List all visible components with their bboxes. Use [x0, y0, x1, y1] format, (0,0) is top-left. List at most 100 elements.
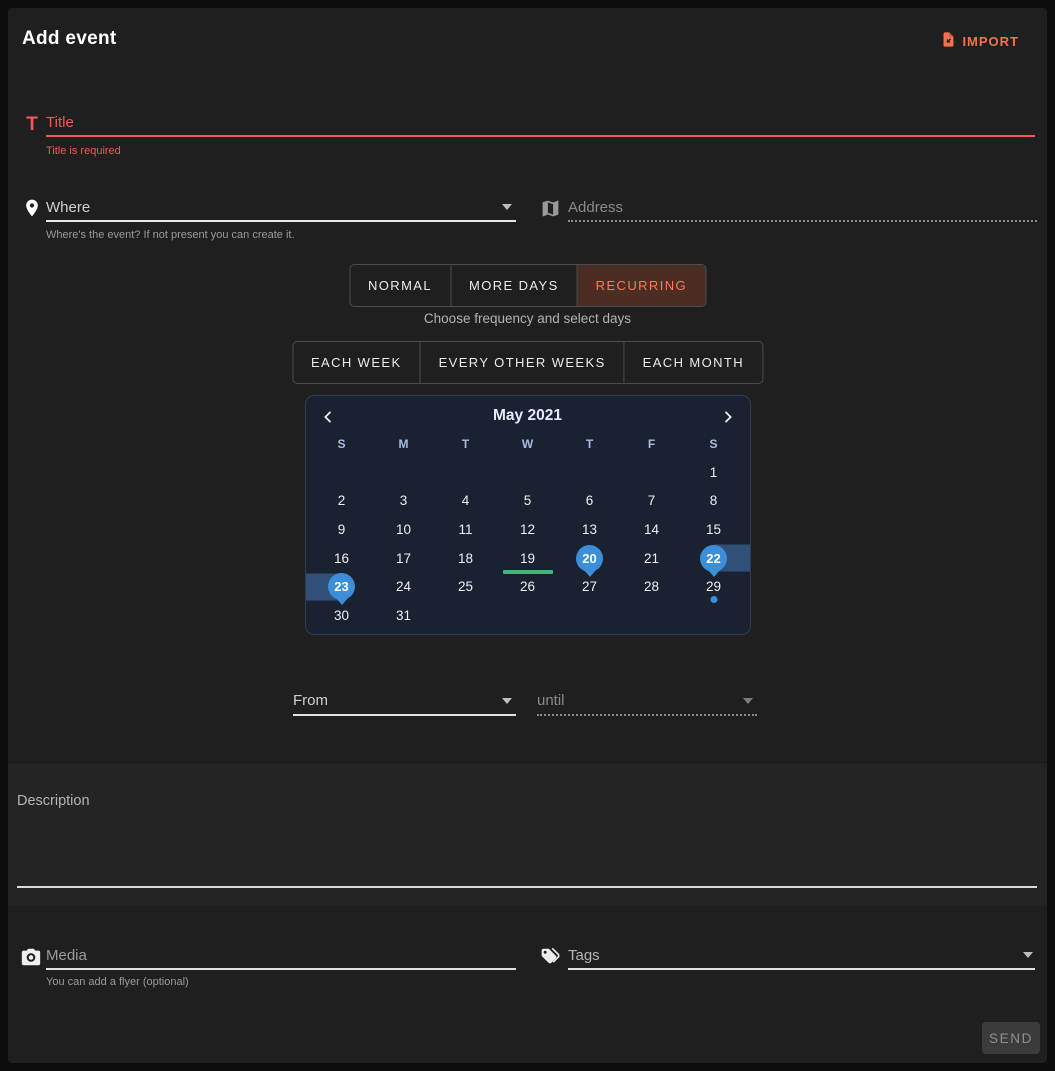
- chevron-right-icon: [720, 409, 736, 428]
- frequency-each-month[interactable]: EACH MONTH: [624, 342, 762, 383]
- calendar-empty-cell: [621, 601, 683, 630]
- import-button-label: IMPORT: [962, 34, 1019, 49]
- calendar-week-row: 2345678: [311, 487, 745, 516]
- media-input[interactable]: Media: [46, 942, 516, 970]
- chevron-down-icon: [502, 204, 512, 210]
- calendar-day-11[interactable]: 11: [435, 515, 497, 544]
- chevron-down-icon: [743, 698, 753, 704]
- frequency-button-group: EACH WEEKEVERY OTHER WEEKSEACH MONTH: [292, 341, 763, 384]
- add-event-form: Add event IMPORT T Title Title is requir…: [8, 8, 1047, 1063]
- send-button[interactable]: SEND: [982, 1022, 1040, 1054]
- calendar-day-29[interactable]: 29: [683, 572, 745, 601]
- calendar-empty-cell: [559, 458, 621, 487]
- camera-icon: [19, 946, 43, 968]
- frequency-every-other-weeks[interactable]: EVERY OTHER WEEKS: [420, 342, 624, 383]
- weekday-label: W: [497, 437, 559, 451]
- calendar-empty-cell: [621, 458, 683, 487]
- calendar-empty-cell: [497, 601, 559, 630]
- calendar-day-6[interactable]: 6: [559, 487, 621, 516]
- calendar-day-12[interactable]: 12: [497, 515, 559, 544]
- calendar-day-5[interactable]: 5: [497, 487, 559, 516]
- where-select[interactable]: Where: [46, 194, 516, 222]
- calendar-day-8[interactable]: 8: [683, 487, 745, 516]
- weekday-label: F: [621, 437, 683, 451]
- calendar-day-26[interactable]: 26: [497, 572, 559, 601]
- map-icon: [538, 198, 562, 219]
- calendar-week-row: 23 242526272829: [311, 572, 745, 601]
- calendar-day-1[interactable]: 1: [683, 458, 745, 487]
- until-placeholder: until: [537, 692, 565, 709]
- calendar-day-20[interactable]: 20: [559, 544, 621, 573]
- calendar-weekday-row: SMTWTFS: [311, 437, 745, 451]
- calendar-day-28[interactable]: 28: [621, 572, 683, 601]
- calendar-empty-cell: [311, 458, 373, 487]
- weekday-label: T: [435, 437, 497, 451]
- calendar-day-24[interactable]: 24: [373, 572, 435, 601]
- calendar-week-row: 9101112131415: [311, 515, 745, 544]
- calendar-day-7[interactable]: 7: [621, 487, 683, 516]
- calendar-day-13[interactable]: 13: [559, 515, 621, 544]
- chevron-down-icon: [502, 698, 512, 704]
- media-placeholder: Media: [46, 947, 87, 964]
- media-helper-text: You can add a flyer (optional): [46, 976, 189, 988]
- calendar-day-17[interactable]: 17: [373, 544, 435, 573]
- selected-day-marker: 22: [700, 545, 727, 572]
- tags-select[interactable]: Tags: [568, 942, 1035, 970]
- event-dot: [710, 596, 717, 603]
- until-time-select[interactable]: until: [537, 687, 757, 716]
- calendar-day-19[interactable]: 19: [497, 544, 559, 573]
- chevron-down-icon: [1023, 952, 1033, 958]
- title-input[interactable]: Title: [46, 109, 1035, 137]
- weekday-label: M: [373, 437, 435, 451]
- from-time-select[interactable]: From: [293, 687, 516, 716]
- selected-day-marker: 20: [576, 545, 603, 572]
- frequency-caption: Choose frequency and select days: [8, 311, 1047, 326]
- location-pin-icon: [20, 198, 44, 218]
- tab-recurring[interactable]: RECURRING: [577, 265, 705, 306]
- tags-icon: [537, 946, 561, 968]
- calendar-empty-cell: [435, 458, 497, 487]
- calendar-day-9[interactable]: 9: [311, 515, 373, 544]
- page-title: Add event: [22, 28, 117, 50]
- tab-more-days[interactable]: MORE DAYS: [450, 265, 577, 306]
- calendar-day-16[interactable]: 16: [311, 544, 373, 573]
- calendar-day-2[interactable]: 2: [311, 487, 373, 516]
- calendar-day-3[interactable]: 3: [373, 487, 435, 516]
- calendar-day-15[interactable]: 15: [683, 515, 745, 544]
- tab-normal[interactable]: NORMAL: [350, 265, 450, 306]
- calendar-empty-cell: [373, 458, 435, 487]
- calendar-empty-cell: [497, 458, 559, 487]
- frequency-each-week[interactable]: EACH WEEK: [293, 342, 420, 383]
- where-placeholder: Where: [46, 199, 90, 216]
- calendar-day-23[interactable]: 23: [311, 572, 373, 601]
- title-text-icon: T: [20, 114, 44, 136]
- calendar-day-21[interactable]: 21: [621, 544, 683, 573]
- where-helper-text: Where's the event? If not present you ca…: [46, 229, 295, 241]
- calendar-day-27[interactable]: 27: [559, 572, 621, 601]
- calendar-day-14[interactable]: 14: [621, 515, 683, 544]
- title-placeholder: Title: [46, 114, 74, 131]
- description-label: Description: [17, 793, 90, 809]
- calendar-week-row: 3031: [311, 601, 745, 630]
- description-textarea[interactable]: [17, 886, 1037, 888]
- weekday-label: S: [311, 437, 373, 451]
- calendar-day-30[interactable]: 30: [311, 601, 373, 630]
- calendar-day-18[interactable]: 18: [435, 544, 497, 573]
- calendar-empty-cell: [559, 601, 621, 630]
- calendar-day-31[interactable]: 31: [373, 601, 435, 630]
- description-section: Description: [8, 762, 1047, 906]
- calendar-day-25[interactable]: 25: [435, 572, 497, 601]
- event-type-tab-group: NORMALMORE DAYSRECURRING: [349, 264, 706, 307]
- selected-day-marker: 23: [328, 573, 355, 600]
- file-import-icon: [940, 31, 957, 51]
- calendar-day-4[interactable]: 4: [435, 487, 497, 516]
- weekday-label: S: [683, 437, 745, 451]
- calendar-day-10[interactable]: 10: [373, 515, 435, 544]
- address-input[interactable]: Address: [568, 194, 1037, 222]
- calendar-next-button[interactable]: [714, 404, 742, 432]
- weekday-label: T: [559, 437, 621, 451]
- import-button[interactable]: IMPORT: [940, 31, 1019, 51]
- calendar-empty-cell: [683, 601, 745, 630]
- calendar-day-22[interactable]: 22: [683, 544, 745, 573]
- calendar-month-label: May 2021: [306, 407, 750, 425]
